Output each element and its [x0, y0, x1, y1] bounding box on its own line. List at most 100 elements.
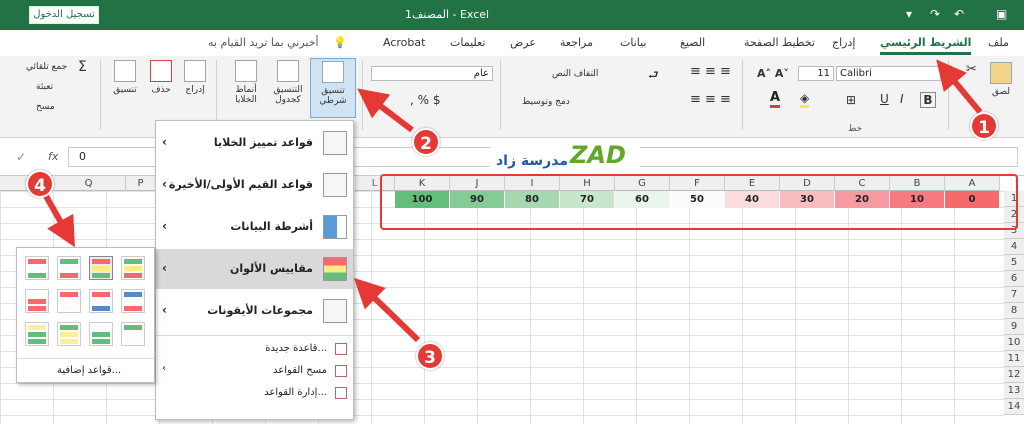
tab-acrobat[interactable]: Acrobat: [383, 36, 425, 49]
chevron-left-icon: ‹: [162, 303, 167, 317]
format-label: تنسيق: [113, 85, 137, 95]
row-header[interactable]: 11: [1004, 351, 1024, 367]
tab-data[interactable]: بيانات: [620, 36, 647, 49]
tab-page-layout[interactable]: تخطيط الصفحة: [744, 36, 815, 49]
fill-button[interactable]: تعبئة: [36, 82, 53, 92]
wrap-text-button[interactable]: التفاف النص: [552, 69, 598, 79]
clear-button[interactable]: مسح: [36, 102, 55, 112]
color-scale-swatch[interactable]: [89, 322, 113, 346]
font-size-box[interactable]: 11: [798, 66, 834, 81]
icon-sets-item[interactable]: ‹ مجموعات الأيقونات: [156, 291, 353, 331]
font-name-box[interactable]: Calibri: [836, 66, 941, 81]
color-scale-swatch[interactable]: [121, 322, 145, 346]
cell-styles-label: أنماط الخلايا: [235, 85, 257, 105]
color-scale-swatch[interactable]: [57, 322, 81, 346]
color-scales-submenu: قواعد إضافية...: [16, 247, 155, 383]
format-as-table-button[interactable]: التنسيق كجدول: [268, 60, 308, 105]
row-header[interactable]: 5: [1004, 255, 1024, 271]
format-cells-button[interactable]: تنسيق: [108, 60, 142, 95]
highlight-box: [380, 174, 1018, 230]
autosum-button[interactable]: جمع تلقائي: [26, 62, 67, 72]
new-rule-item[interactable]: قاعدة جديدة...: [156, 339, 353, 359]
color-scale-swatch[interactable]: [121, 289, 145, 313]
tab-help[interactable]: تعليمات: [450, 36, 485, 49]
chevron-left-icon: ‹: [162, 135, 167, 149]
color-scale-swatch[interactable]: [121, 256, 145, 280]
insert-cells-button[interactable]: إدراج: [180, 60, 210, 95]
cancel-entry-icon[interactable]: ✓: [16, 150, 26, 164]
insert-function-icon[interactable]: fx: [48, 150, 58, 163]
color-scale-swatch[interactable]: [89, 256, 113, 280]
chevron-left-icon: ‹: [162, 261, 167, 275]
borders-icon[interactable]: ⊞: [846, 93, 856, 107]
row-header[interactable]: 9: [1004, 319, 1024, 335]
tell-me-search[interactable]: أخبرني بما تريد القيام به: [208, 36, 319, 49]
color-scales-item[interactable]: ‹ مقاييس الألوان: [156, 249, 353, 289]
clear-rules-item[interactable]: ‹ مسح القواعد: [156, 361, 353, 381]
row-header[interactable]: 6: [1004, 271, 1024, 287]
font-grow-icon[interactable]: A˄ A˅: [757, 67, 789, 80]
delete-cells-button[interactable]: حذف: [146, 60, 176, 95]
callout-4: 4: [26, 170, 54, 198]
italic-icon[interactable]: I: [900, 92, 904, 106]
submenu-divider: [17, 358, 154, 359]
fill-color-icon[interactable]: ◈: [800, 91, 810, 108]
callout-2: 2: [412, 128, 440, 156]
number-format-box[interactable]: عام: [371, 66, 493, 81]
row-header[interactable]: 4: [1004, 239, 1024, 255]
color-scale-swatch[interactable]: [89, 289, 113, 313]
sign-in-button[interactable]: تسجيل الدخول: [29, 6, 99, 24]
wrap-text-icon[interactable]: ⮐: [648, 66, 659, 87]
align-right-icon[interactable]: ≡ ≡ ≡: [690, 92, 731, 107]
clipboard-icon: [990, 62, 1012, 84]
row-header[interactable]: 13: [1004, 383, 1024, 399]
row-header[interactable]: 7: [1004, 287, 1024, 303]
column-header-q[interactable]: Q: [52, 176, 126, 191]
top-bottom-rules-item[interactable]: ‹ قواعد القيم الأولى/الأخيرة: [156, 165, 353, 205]
color-scale-swatch[interactable]: [25, 256, 49, 280]
align-top-icon[interactable]: ≡ ≡ ≡: [690, 64, 731, 79]
redo-icon[interactable]: ↷: [930, 7, 940, 21]
row-header[interactable]: 14: [1004, 399, 1024, 415]
zad-logo: ZAD مدرسة زاد: [490, 139, 640, 175]
save-icon[interactable]: ▣: [996, 7, 1007, 21]
manage-rules-item[interactable]: إدارة القواعد...: [156, 383, 353, 403]
row-header[interactable]: 10: [1004, 335, 1024, 351]
tab-review[interactable]: مراجعة: [560, 36, 593, 49]
color-scale-swatch[interactable]: [25, 322, 49, 346]
tab-home[interactable]: الشريط الرئيسي: [880, 36, 972, 55]
top-bottom-icon: [323, 173, 347, 197]
format-table-label: التنسيق كجدول: [273, 85, 303, 105]
data-bars-item[interactable]: ‹ أشرطة البيانات: [156, 207, 353, 247]
tab-insert[interactable]: إدراج: [832, 36, 855, 49]
highlight-cells-rules-item[interactable]: ‹ قواعد تمييز الخلايا: [156, 123, 353, 163]
row-header[interactable]: 8: [1004, 303, 1024, 319]
font-color-icon[interactable]: A: [770, 90, 781, 108]
tab-view[interactable]: عرض: [510, 36, 536, 49]
insert-icon: [184, 60, 206, 82]
color-scale-swatch[interactable]: [57, 256, 81, 280]
data-bars-icon: [323, 215, 347, 239]
conditional-formatting-button[interactable]: تنسيق شرطي: [310, 58, 356, 118]
window-title: المصنف1 - Excel: [405, 8, 490, 21]
paste-button[interactable]: لصق: [984, 62, 1018, 97]
customize-qat-icon[interactable]: ▾: [906, 7, 912, 21]
insert-label: إدراج: [185, 85, 205, 95]
cell-styles-button[interactable]: أنماط الخلايا: [226, 60, 266, 105]
color-scale-swatch[interactable]: [57, 289, 81, 313]
cut-icon[interactable]: ✂: [966, 62, 977, 77]
more-rules-item[interactable]: قواعد إضافية...: [57, 365, 121, 376]
row-header[interactable]: 12: [1004, 367, 1024, 383]
menu-divider: [156, 335, 353, 336]
lightbulb-icon: 💡: [333, 36, 347, 49]
tab-file[interactable]: ملف: [988, 36, 1009, 49]
underline-icon[interactable]: U: [880, 92, 889, 106]
merge-center-button[interactable]: دمج وتوسيط: [522, 97, 570, 107]
undo-icon[interactable]: ↶: [954, 7, 964, 21]
conditional-formatting-menu: ‹ قواعد تمييز الخلايا ‹ قواعد القيم الأو…: [155, 120, 354, 420]
tab-formulas[interactable]: الصيغ: [680, 36, 705, 49]
percent-comma-icons[interactable]: , % $: [410, 93, 440, 107]
color-scale-swatch[interactable]: [25, 289, 49, 313]
bold-icon[interactable]: B: [920, 92, 936, 108]
column-header-p[interactable]: P: [126, 176, 156, 191]
